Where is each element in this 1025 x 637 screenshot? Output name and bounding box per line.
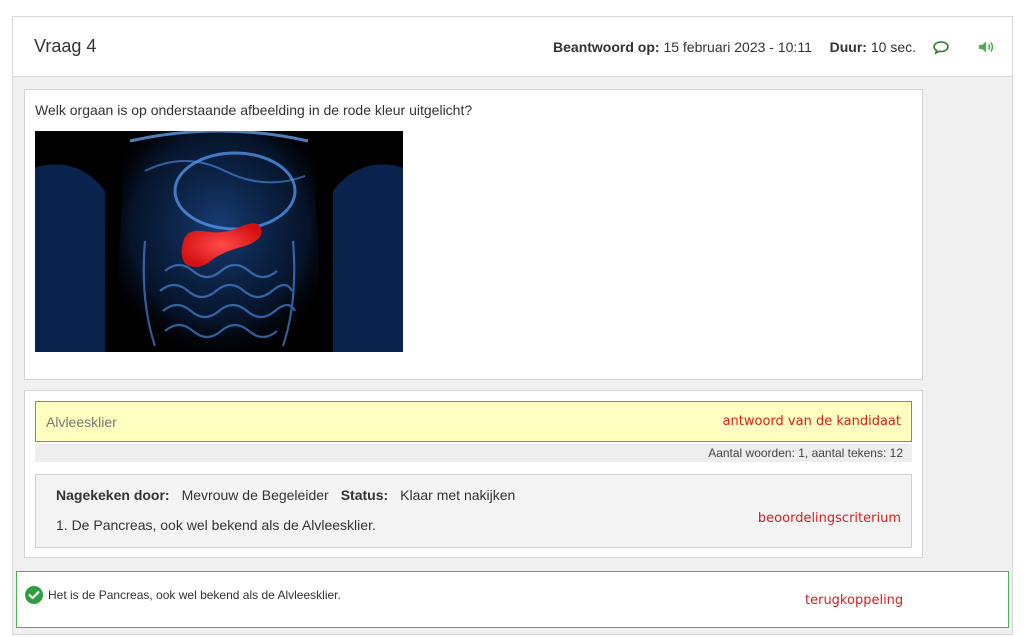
question-text: Welk orgaan is op onderstaande afbeeldin… [35, 102, 473, 118]
feedback-annotation: terugkoppeling [805, 593, 904, 608]
graded-by-value: Mevrouw de Begeleider [181, 487, 329, 503]
answer-panel: Alvleesklier antwoord van de kandidaat A… [24, 390, 923, 558]
grading-box: Nagekeken door: Mevrouw de Begeleider Stat… [35, 474, 912, 548]
candidate-answer-annotation: antwoord van de kandidaat [722, 414, 901, 429]
feedback-panel: Het is de Pancreas, ook wel bekend als d… [16, 571, 1009, 628]
grading-line: Nagekeken door: Mevrouw de Begeleider Stat… [56, 487, 515, 503]
comment-icon[interactable] [932, 39, 950, 55]
question-panel: Welk orgaan is op onderstaande afbeeldin… [24, 89, 923, 380]
status-value: Klaar met nakijken [400, 487, 516, 503]
duration-label: Duur: [829, 39, 867, 55]
word-counter: Aantal woorden: 1, aantal tekens: 12 [35, 444, 912, 462]
feedback-text: Het is de Pancreas, ook wel bekend als d… [48, 588, 341, 602]
grading-criterion: 1. De Pancreas, ook wel bekend als de Al… [56, 517, 376, 533]
answered-value: 15 februari 2023 - 10:11 [663, 39, 812, 55]
check-circle-icon [25, 586, 43, 604]
question-header: Vraag 4 Beantwoord op: 15 februari 2023 … [13, 17, 1012, 77]
question-title: Vraag 4 [34, 36, 97, 56]
candidate-answer-box: Alvleesklier antwoord van de kandidaat [35, 401, 912, 442]
speaker-icon[interactable] [977, 39, 995, 55]
status-label: Status: [340, 487, 389, 503]
question-review-card: Vraag 4 Beantwoord op: 15 februari 2023 … [12, 16, 1013, 635]
answer-meta: Beantwoord op: 15 februari 2023 - 10:11 … [553, 39, 916, 55]
duration-value: 10 sec. [870, 39, 916, 55]
graded-by-label: Nagekeken door: [56, 487, 170, 503]
candidate-answer: Alvleesklier [46, 414, 117, 430]
criterion-annotation: beoordelingscriterium [757, 511, 901, 526]
anatomy-image [25, 126, 413, 352]
answered-label: Beantwoord op: [553, 39, 660, 55]
